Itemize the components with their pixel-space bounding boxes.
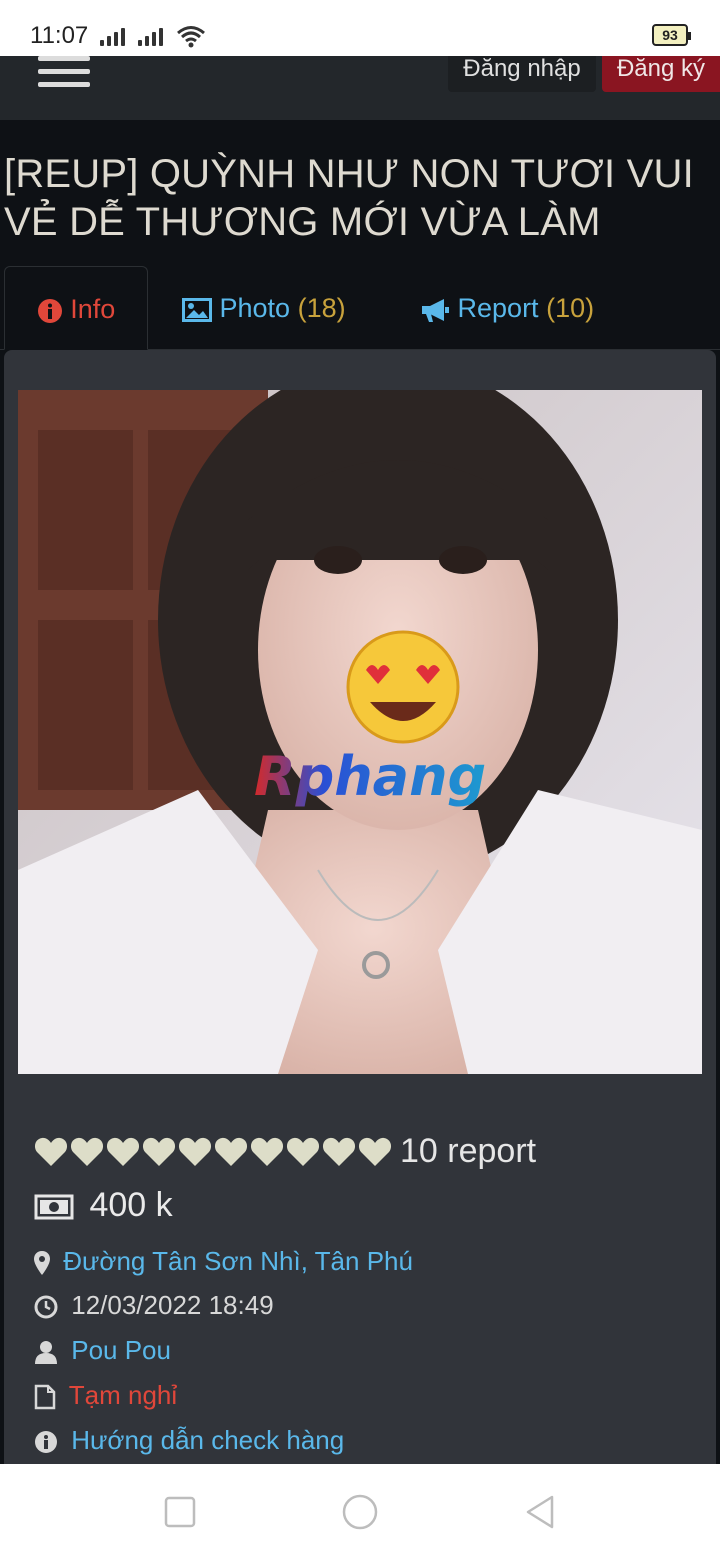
tab-report-count: (10) [546,293,595,323]
top-nav: Đăng nhập Đăng ký [0,56,720,120]
heart-icon [34,1137,68,1166]
report-count: 10 report [400,1132,537,1170]
wifi-icon [177,26,205,48]
info-circle-icon [35,1431,57,1454]
price-row: 400 k [34,1186,173,1225]
heart-icon [214,1137,248,1166]
tab-bar: Info Photo (18) Report (10) [0,266,720,350]
photo-watermark: Rphang [254,745,486,808]
heart-icon [358,1137,392,1166]
tab-report[interactable]: Report (10) [420,266,594,350]
info-circle-icon [37,298,62,323]
status-bar: 11:07 93 [0,0,720,56]
content-panel: Rphang 10 report 400 k Đường Tân Sơn Nhì… [4,350,716,1464]
date-row: 12/03/2022 18:49 [34,1290,274,1321]
cell-signal-icon [100,26,128,46]
cell-signal-icon [138,26,166,46]
location-link[interactable]: Đường Tân Sơn Nhì, Tân Phú [63,1246,413,1276]
hamburger-menu-icon[interactable] [38,56,92,90]
clock-icon [34,1295,58,1319]
file-icon [34,1384,56,1410]
heart-icon [142,1137,176,1166]
photo-illustration: Rphang [18,390,702,1074]
status-text: Tạm nghỉ [68,1380,178,1410]
back-icon[interactable] [522,1494,558,1530]
post-datetime: 12/03/2022 18:49 [71,1290,274,1320]
tab-photo[interactable]: Photo (18) [182,266,346,350]
author-row[interactable]: Pou Pou [34,1335,171,1366]
location-row[interactable]: Đường Tân Sơn Nhì, Tân Phú [34,1246,413,1277]
tab-info-label: Info [70,294,116,324]
page-title: [REUP] QUỲNH NHƯ NON TƯƠI VUI VẺ DỄ THƯƠ… [4,152,694,244]
login-button[interactable]: Đăng nhập [448,56,596,92]
heart-icon [70,1137,104,1166]
heart-icon [322,1137,356,1166]
status-time: 11:07 [30,22,89,49]
image-icon [182,297,212,322]
rating-hearts: 10 report [34,1132,536,1172]
heart-icon [250,1137,284,1166]
tab-report-label: Report [457,293,539,323]
battery-icon: 93 [652,24,691,46]
profile-photo[interactable]: Rphang [18,390,702,1074]
user-icon [35,1341,57,1365]
guide-row[interactable]: Hướng dẫn check hàng [34,1425,344,1456]
guide-link[interactable]: Hướng dẫn check hàng [71,1425,344,1455]
heart-icon [286,1137,320,1166]
map-marker-icon [34,1251,50,1276]
tab-photo-label: Photo [219,293,291,323]
heart-icon [178,1137,212,1166]
status-row: Tạm nghỉ [34,1380,177,1411]
tab-info[interactable]: Info [4,266,148,350]
bullhorn-icon [422,298,449,322]
register-button[interactable]: Đăng ký [602,56,720,92]
tab-photo-count: (18) [297,293,346,323]
author-link[interactable]: Pou Pou [71,1335,171,1365]
heart-icon [106,1137,140,1166]
system-nav-bar [0,1464,720,1560]
money-icon [34,1194,74,1220]
home-icon[interactable] [342,1494,378,1530]
recent-apps-icon[interactable] [162,1494,198,1530]
price-value: 400 k [89,1186,173,1224]
